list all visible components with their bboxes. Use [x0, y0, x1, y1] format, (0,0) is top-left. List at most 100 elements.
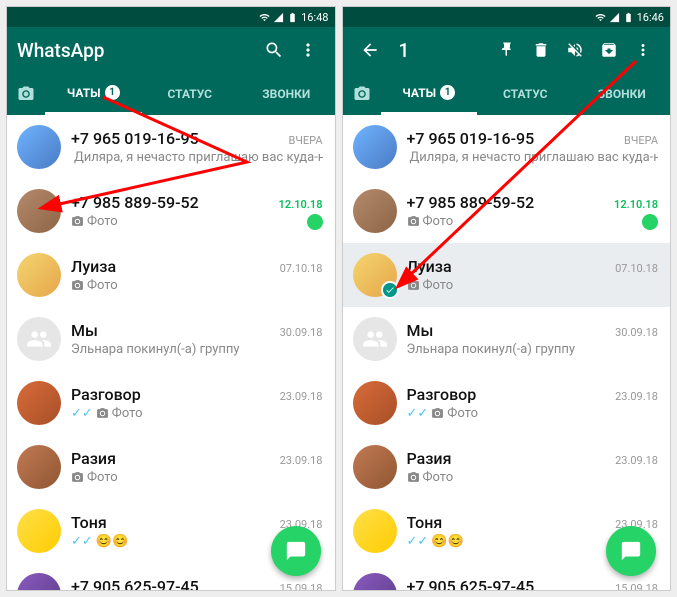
chat-time: 23.09.18	[615, 454, 658, 467]
photo-icon	[407, 471, 420, 484]
tab-camera[interactable]	[7, 73, 45, 115]
avatar[interactable]	[17, 317, 61, 361]
avatar[interactable]	[17, 189, 61, 233]
status-bar: 16:48	[7, 7, 335, 27]
more-vert-icon	[634, 41, 652, 59]
chat-time: 07.10.18	[280, 262, 323, 275]
selected-check-icon	[381, 281, 399, 299]
chat-row[interactable]: Разговор23.09.18✓✓ Фото	[7, 371, 335, 435]
avatar[interactable]	[353, 509, 397, 553]
menu-button[interactable]	[626, 33, 660, 67]
avatar[interactable]	[17, 509, 61, 553]
chat-preview: ✓✓ Фото	[407, 406, 479, 421]
chat-row[interactable]: +7 965 019-16-95ВЧЕРА Диляра, я нечасто …	[343, 115, 671, 179]
message-icon	[620, 540, 642, 562]
chat-preview: Диляра, я нечасто приглашаю вас куда-ни.…	[71, 150, 323, 165]
chat-preview: Фото	[407, 278, 454, 293]
chat-preview: ✓✓😊😊	[407, 534, 464, 549]
archive-icon	[600, 41, 618, 59]
tab-chats[interactable]: ЧАТЫ 1	[45, 73, 142, 115]
photo-icon	[71, 471, 84, 484]
avatar[interactable]	[353, 189, 397, 233]
avatar[interactable]	[17, 125, 61, 169]
chat-time: ВЧЕРА	[624, 134, 658, 147]
chat-preview: Фото	[71, 214, 118, 229]
chat-row[interactable]: Разия23.09.18 Фото	[343, 435, 671, 499]
chat-preview: ✓✓😊😊	[71, 534, 128, 549]
wifi-icon	[259, 12, 270, 23]
chat-preview: ✓✓ Фото	[71, 406, 143, 421]
chats-badge: 1	[105, 85, 120, 100]
avatar[interactable]	[353, 381, 397, 425]
tab-bar: ЧАТЫ 1 СТАТУС ЗВОНКИ	[343, 73, 671, 115]
avatar[interactable]	[17, 381, 61, 425]
avatar[interactable]	[17, 573, 61, 590]
chat-name: Разговор	[407, 385, 477, 404]
chat-row[interactable]: Разия23.09.18 Фото	[7, 435, 335, 499]
avatar[interactable]	[353, 125, 397, 169]
tab-calls[interactable]: ЗВОНКИ	[574, 73, 671, 115]
avatar[interactable]	[17, 253, 61, 297]
chat-time: 23.09.18	[615, 390, 658, 403]
tab-status[interactable]: СТАТУС	[142, 73, 239, 115]
delete-icon	[532, 41, 550, 59]
chat-name: +7 985 889-59-52	[407, 193, 535, 212]
tab-camera[interactable]	[343, 73, 381, 115]
back-button[interactable]	[353, 33, 387, 67]
mute-button[interactable]	[558, 33, 592, 67]
avatar[interactable]	[353, 445, 397, 489]
chat-preview: Фото	[407, 214, 454, 229]
chat-name: Разия	[407, 449, 452, 468]
selection-count: 1	[399, 39, 491, 62]
chat-name: +7 905 625-97-45	[71, 577, 199, 590]
tab-calls[interactable]: ЗВОНКИ	[238, 73, 335, 115]
menu-button[interactable]	[291, 33, 325, 67]
avatar[interactable]	[17, 445, 61, 489]
new-chat-fab[interactable]	[271, 526, 321, 576]
avatar[interactable]	[353, 317, 397, 361]
chats-badge: 1	[440, 85, 455, 100]
chat-list[interactable]: +7 965 019-16-95 ВЧЕРА Диляра, я нечасто …	[7, 115, 335, 590]
wifi-icon	[595, 12, 606, 23]
app-title: WhatsApp	[17, 39, 257, 62]
phone-right: 16:46 1 ЧАТЫ 1 СТАТУС ЗВОНКИ +	[342, 6, 672, 591]
new-chat-fab[interactable]	[606, 526, 656, 576]
chat-list[interactable]: +7 965 019-16-95ВЧЕРА Диляра, я нечасто …	[343, 115, 671, 590]
chat-row[interactable]: Разговор 23.09.18 ✓✓ Фото	[343, 371, 671, 435]
chat-row[interactable]: Мы30.09.18Эльнара покинул(-а) группу	[7, 307, 335, 371]
chat-row[interactable]: Мы30.09.18Эльнара покинул(-а) группу	[343, 307, 671, 371]
selection-app-bar: 1	[343, 27, 671, 73]
chat-row[interactable]: Луиза07.10.18 Фото	[343, 243, 671, 307]
search-icon	[264, 40, 284, 60]
pin-icon	[498, 41, 516, 59]
pin-button[interactable]	[490, 33, 524, 67]
chat-row[interactable]: +7 965 019-16-95 ВЧЕРА Диляра, я нечасто …	[7, 115, 335, 179]
chat-name: +7 905 625-97-45	[407, 577, 535, 590]
status-time: 16:46	[637, 11, 664, 24]
chat-row[interactable]: +7 985 889-59-5212.10.18 Фото	[7, 179, 335, 243]
chat-time: 30.09.18	[615, 326, 658, 339]
read-ticks-icon: ✓✓	[71, 406, 93, 421]
archive-button[interactable]	[592, 33, 626, 67]
group-icon	[362, 326, 388, 352]
tab-bar: ЧАТЫ 1 СТАТУС ЗВОНКИ	[7, 73, 335, 115]
chat-row[interactable]: Луиза07.10.18 Фото	[7, 243, 335, 307]
delete-button[interactable]	[524, 33, 558, 67]
photo-icon	[71, 279, 84, 292]
signal-icon	[609, 12, 620, 23]
chat-row[interactable]: +7 985 889-59-5212.10.18 Фото	[343, 179, 671, 243]
arrow-back-icon	[360, 40, 380, 60]
read-ticks-icon: ✓✓	[71, 534, 93, 549]
avatar[interactable]	[353, 573, 397, 590]
tab-status[interactable]: СТАТУС	[477, 73, 574, 115]
chat-name: Мы	[407, 321, 434, 340]
chat-preview: Фото	[71, 470, 118, 485]
avatar[interactable]	[353, 253, 397, 297]
chat-time: ВЧЕРА	[288, 134, 322, 147]
search-button[interactable]	[257, 33, 291, 67]
photo-icon	[71, 215, 84, 228]
chat-preview: Фото	[71, 278, 118, 293]
status-time: 16:48	[301, 11, 328, 24]
tab-chats[interactable]: ЧАТЫ 1	[381, 73, 478, 115]
chat-name: +7 965 019-16-95	[71, 129, 199, 148]
